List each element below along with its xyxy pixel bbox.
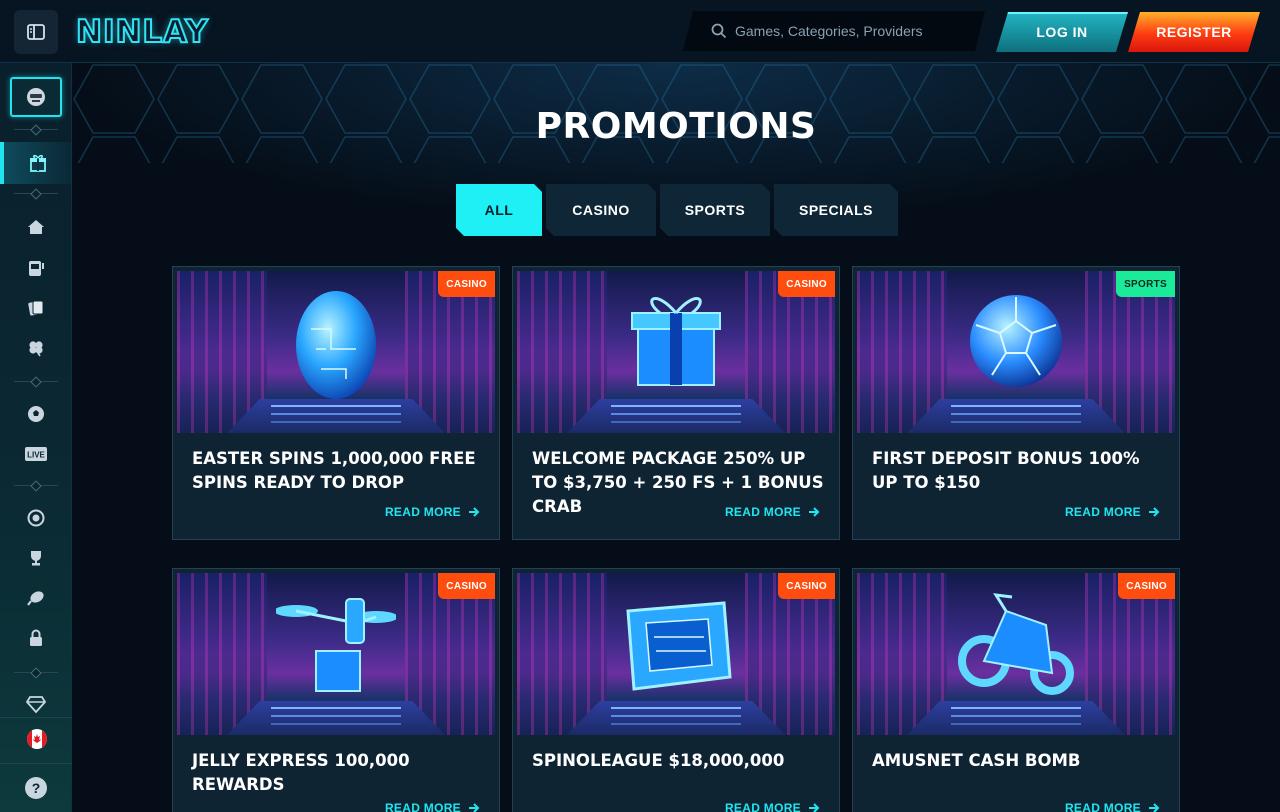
search-bar[interactable] xyxy=(683,11,985,51)
sidebar-item-secure[interactable] xyxy=(0,621,72,655)
promo-card[interactable]: SPORTS FIRST DEPOSIT BONUS 100% UP TO $1… xyxy=(852,266,1180,540)
promo-tabs: ALL CASINO SPORTS SPECIALS xyxy=(456,184,902,236)
arrow-right-icon xyxy=(469,507,480,517)
lock-icon xyxy=(30,629,42,646)
read-more-link[interactable]: READ MORE xyxy=(725,801,821,812)
promo-card-title: SPINOLEAGUE $18,000,000 xyxy=(532,751,785,770)
racket-icon xyxy=(27,591,44,606)
login-button[interactable]: LOG IN xyxy=(996,12,1128,52)
read-more-link[interactable]: READ MORE xyxy=(385,801,481,812)
canada-flag-icon[interactable] xyxy=(27,729,47,749)
sidebar-item-slots[interactable] xyxy=(0,251,72,285)
promo-card-title: EASTER SPINS 1,000,000 FREE SPINS READY … xyxy=(192,449,476,492)
promo-card[interactable]: CASINO AMUSNET CASH BOMB READ MORE xyxy=(852,568,1180,812)
category-badge: CASINO xyxy=(778,271,835,297)
top-header: NINLAY LOG IN REGISTER xyxy=(0,0,1280,63)
slot-machine-icon xyxy=(29,261,44,276)
sidebar-item-promotions[interactable] xyxy=(0,142,72,184)
arrow-right-icon xyxy=(1149,803,1160,812)
sidebar-divider xyxy=(0,763,72,764)
sidebar-divider xyxy=(14,672,58,673)
trophy-icon xyxy=(31,551,41,566)
sidebar-divider xyxy=(14,193,58,194)
promo-card-title: FIRST DEPOSIT BONUS 100% UP TO $150 xyxy=(872,449,1140,492)
page-title: PROMOTIONS xyxy=(535,106,817,147)
tab-sports[interactable]: SPORTS xyxy=(660,184,770,236)
motorcycle-icon xyxy=(958,593,1074,695)
robot-icon xyxy=(27,88,45,106)
category-badge: CASINO xyxy=(438,573,495,599)
sidebar-item-home[interactable] xyxy=(0,210,72,244)
promo-card[interactable]: CASINO EASTER SPINS 1,000,000 FREE SPINS… xyxy=(172,266,500,540)
badge-icon xyxy=(27,509,45,527)
sidebar-divider xyxy=(14,485,58,486)
gift-box-icon xyxy=(631,297,721,386)
help-button[interactable]: ? xyxy=(25,777,47,799)
promo-card[interactable]: CASINO SPINOLEAGUE $18,000,000 READ MORE xyxy=(512,568,840,812)
read-more-link[interactable]: READ MORE xyxy=(385,505,481,519)
console-icon xyxy=(626,601,732,691)
promo-card[interactable]: CASINO JELLY EXPRESS 100,000 REWARDS REA… xyxy=(172,568,500,812)
category-badge: CASINO xyxy=(438,271,495,297)
sidebar-promo-avatar[interactable] xyxy=(10,77,62,117)
sidebar-toggle-icon xyxy=(27,24,45,40)
sidebar-divider xyxy=(14,129,58,130)
read-more-link[interactable]: READ MORE xyxy=(725,505,821,519)
promo-card[interactable]: CASINO WELCOME PACKAGE 250% UP TO $3,750… xyxy=(512,266,840,540)
read-more-link[interactable]: READ MORE xyxy=(1065,801,1161,812)
arrow-right-icon xyxy=(469,803,480,812)
sidebar-divider xyxy=(14,381,58,382)
sidebar-item-tournaments[interactable] xyxy=(0,541,72,575)
tab-specials[interactable]: SPECIALS xyxy=(774,184,898,236)
svg-text:LIVE: LIVE xyxy=(27,451,45,460)
search-icon xyxy=(711,23,727,39)
live-icon: LIVE xyxy=(25,447,47,461)
promo-card-title: AMUSNET CASH BOMB xyxy=(872,751,1081,770)
read-more-label: READ MORE xyxy=(1064,505,1141,519)
tab-all[interactable]: ALL xyxy=(456,184,542,236)
clover-icon xyxy=(29,341,43,357)
read-more-label: READ MORE xyxy=(724,505,801,519)
gift-icon xyxy=(30,154,46,172)
sidebar-item-loyalty[interactable] xyxy=(0,501,72,535)
egg-icon xyxy=(296,291,376,399)
tab-casino[interactable]: CASINO xyxy=(546,184,656,236)
sidebar-item-table-games[interactable] xyxy=(0,291,72,325)
category-badge: CASINO xyxy=(1118,573,1175,599)
soccer-ball-icon xyxy=(970,295,1062,387)
arrow-right-icon xyxy=(1149,507,1160,517)
arrow-right-icon xyxy=(809,507,820,517)
register-button[interactable]: REGISTER xyxy=(1128,12,1260,52)
search-input[interactable] xyxy=(735,23,985,39)
site-logo[interactable]: NINLAY xyxy=(75,12,209,52)
cards-icon xyxy=(28,300,44,316)
sidebar-item-live[interactable]: LIVE xyxy=(0,437,72,471)
read-more-label: READ MORE xyxy=(384,801,461,812)
promo-card-title: JELLY EXPRESS 100,000 REWARDS xyxy=(192,751,410,794)
read-more-label: READ MORE xyxy=(1064,801,1141,812)
sidebar-toggle-button[interactable] xyxy=(14,10,58,54)
read-more-label: READ MORE xyxy=(724,801,801,812)
read-more-label: READ MORE xyxy=(384,505,461,519)
category-badge: CASINO xyxy=(778,573,835,599)
category-badge: SPORTS xyxy=(1116,271,1175,297)
diamond-icon xyxy=(26,696,46,714)
read-more-link[interactable]: READ MORE xyxy=(1065,505,1161,519)
sidebar-item-vip[interactable] xyxy=(0,687,72,721)
sidebar-item-sports[interactable] xyxy=(0,397,72,431)
sidebar: LIVE ? xyxy=(0,63,72,812)
arrow-right-icon xyxy=(809,803,820,812)
home-icon xyxy=(28,220,44,234)
soccer-ball-icon xyxy=(28,406,44,422)
sidebar-item-lucky[interactable] xyxy=(0,331,72,365)
sidebar-divider xyxy=(0,717,72,718)
drone-icon xyxy=(276,598,396,692)
sidebar-item-esports[interactable] xyxy=(0,581,72,615)
